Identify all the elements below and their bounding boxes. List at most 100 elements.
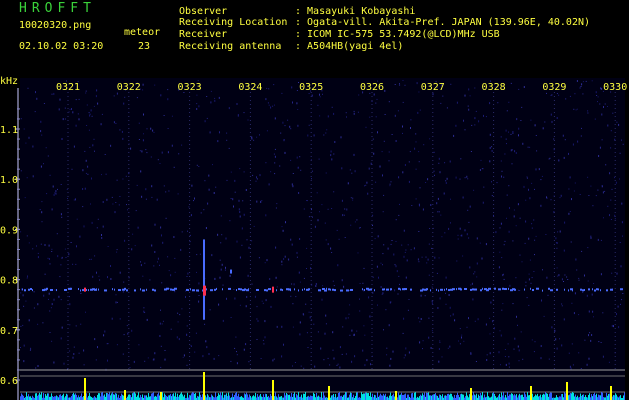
amp-bar [544, 394, 545, 400]
amp-bar [484, 394, 485, 400]
amp-bar [439, 394, 440, 400]
amp-bar [244, 393, 245, 400]
carrier-segment [142, 289, 145, 292]
amp-bar [492, 393, 493, 400]
amp-bar [253, 395, 254, 400]
amp-bar [472, 395, 473, 400]
carrier-segment [326, 287, 327, 290]
carrier-segment [346, 289, 349, 292]
amp-bar [549, 393, 550, 400]
amp-spike [566, 382, 568, 400]
amp-bar [296, 394, 297, 400]
amp-bar [62, 395, 63, 400]
carrier-segment [350, 288, 353, 291]
amp-bar [475, 395, 476, 400]
amp-bar [189, 395, 190, 400]
amp-bar [573, 392, 574, 400]
amp-bar [116, 393, 117, 400]
amp-bar [121, 393, 122, 400]
amp-bar [108, 394, 109, 400]
amp-bar [89, 393, 90, 400]
amp-bar [363, 393, 364, 400]
amp-bar [286, 392, 287, 400]
amp-bar [570, 393, 571, 400]
amp-bar [452, 396, 453, 400]
carrier-segment [192, 289, 195, 292]
amp-bar [128, 394, 129, 400]
amp-bar [609, 393, 610, 400]
amp-bar [280, 396, 281, 400]
amp-bar [303, 393, 304, 400]
carrier-segment [410, 288, 412, 291]
amp-bar [229, 395, 230, 400]
amp-bar [149, 396, 150, 400]
carrier-segment [216, 287, 217, 290]
amp-bar [339, 392, 340, 400]
amp-spike [328, 386, 330, 400]
amp-bar [398, 392, 399, 400]
amp-bar [424, 392, 425, 400]
amp-bar [228, 392, 229, 400]
amp-bar [181, 392, 182, 400]
amp-bar [535, 394, 536, 400]
amp-bar [133, 392, 134, 400]
amp-bar [600, 395, 601, 400]
amp-bar [577, 395, 578, 400]
amp-bar [503, 392, 504, 400]
amp-bar [543, 393, 544, 400]
amp-bar [582, 394, 583, 400]
amp-bar [381, 395, 382, 400]
amp-bar [518, 395, 519, 400]
amp-bar [561, 394, 562, 400]
amp-bar [88, 395, 89, 400]
carrier-segment [238, 288, 240, 291]
amp-bar [513, 395, 514, 400]
amp-spike [124, 390, 126, 400]
amp-bar [362, 394, 363, 400]
amp-bar [383, 393, 384, 400]
amp-bar [111, 393, 112, 400]
amp-bar [288, 395, 289, 400]
date-time: 02.10.02 03:20 [19, 41, 104, 52]
amp-bar [48, 393, 49, 400]
amp-bar [67, 394, 68, 400]
carrier-segment [328, 288, 330, 291]
amp-bar [510, 394, 511, 400]
amp-bar [501, 392, 502, 400]
amp-bar [620, 395, 621, 400]
amp-bar [232, 393, 233, 400]
carrier-segment [494, 287, 496, 290]
amp-bar [507, 392, 508, 400]
observer-label: Observer [179, 6, 228, 17]
amp-bar [614, 395, 615, 400]
amp-bar [191, 393, 192, 400]
amp-bar [434, 394, 435, 400]
amp-bar [537, 393, 538, 400]
amp-bar [522, 394, 523, 400]
amp-bar [123, 395, 124, 400]
amp-bar [572, 392, 573, 400]
carrier-segment [174, 287, 177, 290]
amp-bar [387, 396, 388, 400]
time-tick-label: 0321 [56, 82, 80, 93]
amp-bar [27, 396, 28, 400]
amp-bar [482, 392, 483, 400]
amp-bar [316, 392, 317, 400]
carrier-segment [24, 289, 26, 292]
carrier-segment [470, 288, 472, 291]
amp-bar [338, 393, 339, 400]
amp-bar [20, 396, 21, 400]
location-value: : Ogata-vill. Akita-Pref. JAPAN (139.96E… [295, 17, 591, 28]
amp-bar [278, 394, 279, 400]
amp-bar [311, 395, 312, 400]
amp-bar [107, 393, 108, 400]
amp-bar [174, 396, 175, 400]
amp-bar [430, 395, 431, 400]
amp-bar [200, 394, 201, 400]
amp-bar [285, 395, 286, 400]
amp-bar [224, 394, 225, 400]
carrier-segment [430, 289, 431, 292]
amp-bar [227, 396, 228, 400]
amp-bar [608, 393, 609, 400]
amp-bar [40, 394, 41, 400]
